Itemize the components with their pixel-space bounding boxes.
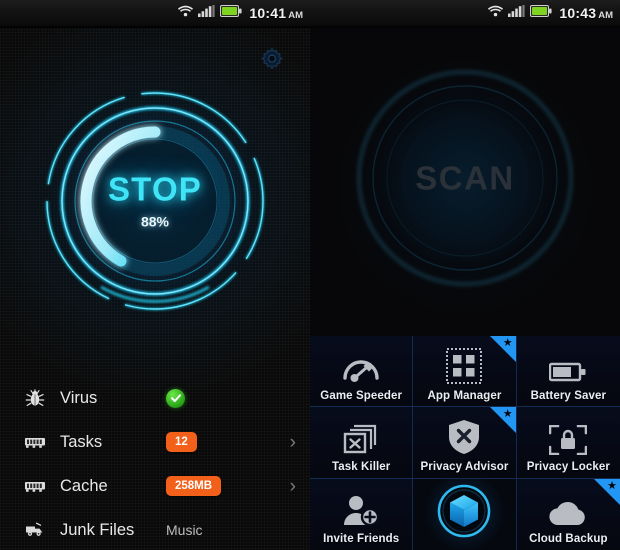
shield-x-icon bbox=[448, 411, 480, 455]
left-phone-screen: 10:41 AM STOP 88% Virus Tasks 12 › Cache… bbox=[0, 0, 310, 550]
list-item-value: Music bbox=[166, 522, 296, 538]
list-item-cache[interactable]: Cache 258MB › bbox=[0, 464, 310, 508]
battery-icon bbox=[530, 4, 553, 22]
right-phone-screen: 10:43 AM SCAN Game Speeder ★ App Manager… bbox=[310, 0, 620, 550]
speedometer-icon bbox=[342, 340, 380, 384]
list-item-label: Tasks bbox=[60, 432, 103, 451]
cloud-icon bbox=[548, 483, 588, 527]
chevron-right-icon[interactable]: › bbox=[290, 433, 296, 452]
tools-grid: Game Speeder ★ App Manager Battery Saver… bbox=[310, 336, 620, 550]
junk-icon bbox=[22, 521, 48, 539]
stop-dial-button[interactable] bbox=[35, 81, 275, 321]
tile-label: Task Killer bbox=[331, 461, 391, 474]
status-bar-left: 10:41 AM bbox=[0, 0, 310, 28]
battery-icon bbox=[549, 340, 587, 384]
task-kill-icon bbox=[343, 411, 379, 455]
check-icon bbox=[166, 388, 185, 408]
memory-icon bbox=[22, 478, 48, 494]
battery-icon bbox=[220, 4, 243, 22]
clock-left: 10:41 AM bbox=[249, 5, 303, 21]
settings-button[interactable] bbox=[256, 46, 288, 78]
list-item-label: Virus bbox=[60, 388, 98, 407]
junk-files-value: Music bbox=[166, 522, 203, 538]
chevron-right-icon[interactable]: › bbox=[290, 477, 296, 496]
tile-label: Game Speeder bbox=[320, 390, 403, 403]
tile-privacy-advisor[interactable]: ★ Privacy Advisor bbox=[413, 407, 517, 479]
tile-app-logo[interactable] bbox=[413, 478, 517, 550]
app-grid-icon bbox=[446, 340, 483, 385]
star-icon: ★ bbox=[502, 408, 513, 421]
list-item-value bbox=[166, 388, 296, 408]
tile-invite-friends[interactable]: Invite Friends bbox=[310, 478, 414, 550]
list-item-tasks[interactable]: Tasks 12 › bbox=[0, 420, 310, 464]
tile-app-manager[interactable]: ★ App Manager bbox=[413, 336, 517, 408]
list-item-label: Junk Files bbox=[60, 520, 135, 539]
list-item-value: 12 bbox=[166, 432, 290, 452]
tile-label: Cloud Backup bbox=[529, 533, 608, 546]
lock-screen-icon bbox=[549, 411, 588, 456]
star-icon: ★ bbox=[502, 337, 513, 349]
status-ampm: AM bbox=[598, 9, 613, 21]
signal-icon bbox=[508, 4, 526, 22]
wifi-icon bbox=[178, 4, 194, 22]
list-item-label: Cache bbox=[60, 476, 108, 495]
status-bar-right: 10:43 AM bbox=[310, 0, 620, 28]
bug-icon bbox=[22, 388, 48, 408]
cube-logo-icon bbox=[436, 482, 492, 540]
status-badge: 258MB bbox=[166, 476, 222, 496]
list-item-value: 258MB bbox=[166, 476, 290, 496]
status-time: 10:43 bbox=[559, 4, 597, 21]
list-item-junk-files[interactable]: Junk Files Music bbox=[0, 508, 310, 550]
wifi-icon bbox=[488, 4, 504, 22]
status-ampm: AM bbox=[288, 9, 303, 21]
tile-task-killer[interactable]: Task Killer bbox=[310, 407, 414, 479]
tile-label: Privacy Advisor bbox=[420, 461, 509, 474]
list-item-virus[interactable]: Virus bbox=[0, 376, 310, 420]
star-icon: ★ bbox=[607, 479, 617, 492]
signal-icon bbox=[198, 4, 216, 22]
status-time: 10:41 bbox=[249, 4, 287, 21]
scan-dial-area: SCAN bbox=[310, 26, 620, 336]
tile-label: Invite Friends bbox=[323, 533, 400, 546]
clock-right: 10:43 AM bbox=[559, 5, 613, 21]
tile-privacy-locker[interactable]: Privacy Locker bbox=[516, 407, 620, 479]
tile-label: Battery Saver bbox=[530, 390, 607, 403]
stop-dial-area: STOP 88% bbox=[0, 58, 310, 343]
memory-icon bbox=[22, 434, 48, 450]
tile-cloud-backup[interactable]: ★ Cloud Backup bbox=[516, 478, 620, 550]
invite-person-icon bbox=[343, 483, 380, 527]
status-list: Virus Tasks 12 › Cache 258MB › Junk File… bbox=[0, 372, 310, 550]
status-badge: 12 bbox=[166, 432, 197, 452]
scan-dial-button[interactable] bbox=[345, 58, 585, 298]
tile-game-speeder[interactable]: Game Speeder bbox=[310, 336, 414, 408]
gear-icon bbox=[259, 47, 285, 78]
tile-label: App Manager bbox=[427, 390, 502, 403]
dual-screenshot: 10:41 AM STOP 88% Virus Tasks 12 › Cache… bbox=[0, 0, 620, 550]
tile-label: Privacy Locker bbox=[526, 461, 610, 474]
tile-battery-saver[interactable]: Battery Saver bbox=[516, 336, 620, 408]
